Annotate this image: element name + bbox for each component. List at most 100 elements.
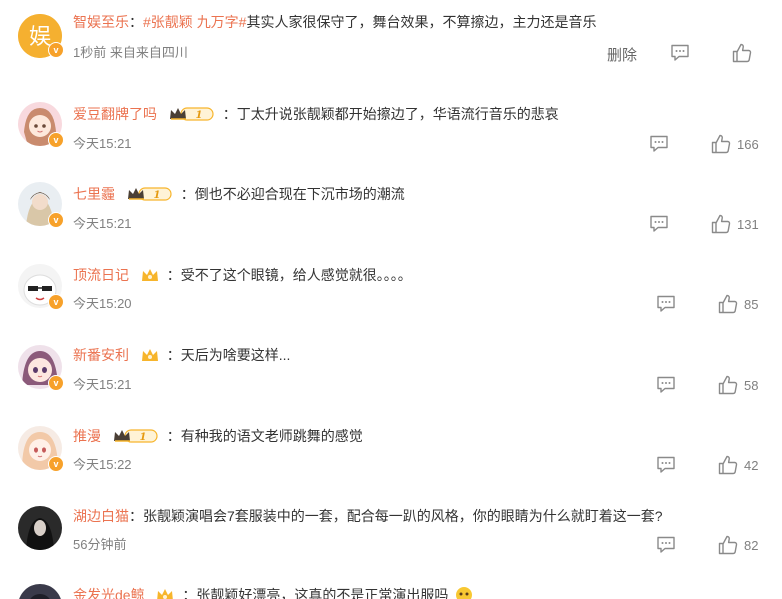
comment-icon: [657, 376, 675, 393]
crown-icon: [141, 349, 158, 361]
like-button[interactable]: 82: [718, 535, 758, 555]
thumbs-up-icon: [718, 375, 738, 395]
comment-line: 湖边白猫：张靓颖演唱会7套服装中的一套，配合每一趴的风格，你的眼睛为什么就盯着这…: [73, 506, 663, 526]
username[interactable]: 金发光de鲸: [73, 587, 145, 599]
comment-icon: [657, 536, 675, 553]
like-button[interactable]: 42: [718, 455, 758, 475]
comment-item: v 顶流日记 ：受不了这个眼镜，给人感觉就很。。。。 今天15:20 85: [0, 256, 782, 336]
vip-badge: 1: [169, 106, 215, 122]
comment-text: 张靓颖好漂亮，这真的不是正常演出服吗: [196, 587, 449, 599]
separator: ：: [166, 347, 181, 363]
avatar-image: [18, 506, 62, 550]
username[interactable]: 顶流日记: [73, 267, 129, 283]
comment-button[interactable]: [656, 456, 676, 474]
thumbs-up-icon: [718, 455, 738, 475]
emoji-icon: [454, 585, 474, 599]
comment-meta: 1秒前 来自来自四川: [73, 42, 188, 61]
like-count: 42: [744, 457, 759, 473]
like-button[interactable]: 58: [718, 375, 758, 395]
like-button[interactable]: [732, 43, 752, 63]
username[interactable]: 爱豆翻牌了吗: [73, 106, 157, 122]
comment-button[interactable]: [656, 295, 676, 313]
comment-item: 金发光de鲸 ：张靓颖好漂亮，这真的不是正常演出服吗: [0, 578, 782, 599]
timestamp: 1秒前: [73, 45, 107, 60]
comment-button[interactable]: [670, 44, 690, 62]
separator: ：: [166, 267, 181, 283]
like-count: 166: [737, 136, 759, 152]
like-button[interactable]: 166: [711, 134, 759, 154]
like-count: 82: [744, 537, 759, 553]
crown-icon: 1: [127, 187, 172, 201]
comment-text: 倒也不必迎合现在下沉市场的潮流: [194, 186, 405, 202]
username[interactable]: 智娱至乐: [73, 14, 129, 30]
timestamp: 56分钟前: [73, 537, 127, 552]
delete-button[interactable]: 删除: [607, 44, 637, 65]
avatar[interactable]: [18, 506, 62, 550]
separator: ：: [180, 186, 195, 202]
username[interactable]: 新番安利: [73, 347, 129, 363]
comment-icon: [657, 456, 675, 473]
separator: ：: [166, 428, 181, 444]
vip-badge: 1: [113, 428, 159, 444]
timestamp: 今天15:21: [73, 136, 132, 151]
comment-text: 丁太升说张靓颖都开始擦边了，华语流行音乐的悲哀: [236, 106, 559, 122]
comment-button[interactable]: [656, 536, 676, 554]
comment-icon: [650, 135, 668, 152]
comment-line: 爱豆翻牌了吗 1 ：丁太升说张靓颖都开始擦边了，华语流行音乐的悲哀: [73, 104, 559, 124]
comment-icon: [650, 215, 668, 232]
comment-line: 推漫 1 ：有种我的语文老师跳舞的感觉: [73, 426, 363, 446]
vip-badge: [141, 267, 159, 283]
separator: ：: [222, 106, 237, 122]
svg-text:1: 1: [139, 432, 146, 443]
thumbs-up-icon: [711, 214, 731, 234]
username[interactable]: 推漫: [73, 428, 101, 444]
verified-v-icon: v: [48, 456, 64, 472]
avatar-image: [18, 584, 62, 599]
crown-icon: 1: [113, 429, 158, 443]
verified-v-icon: v: [48, 375, 64, 391]
vip-badge: 1: [127, 186, 173, 202]
verified-v-icon: v: [48, 294, 64, 310]
like-button[interactable]: 131: [711, 214, 759, 234]
svg-text:1: 1: [153, 190, 160, 201]
source: 来自来自四川: [109, 45, 188, 60]
svg-text:1: 1: [195, 110, 202, 121]
hashtag[interactable]: #张靓颖: [143, 14, 193, 30]
comment-item: 湖边白猫：张靓颖演唱会7套服装中的一套，配合每一趴的风格，你的眼睛为什么就盯着这…: [0, 498, 782, 578]
comment-line: 新番安利 ：天后为啥要这样...: [73, 345, 290, 365]
avatar[interactable]: [18, 584, 62, 599]
comment-item: v 推漫 1 ：有种我的语文老师跳舞的感觉 今天15:22 42: [0, 418, 782, 498]
separator: ：: [129, 14, 143, 30]
timestamp: 今天15:21: [73, 377, 132, 392]
thumbs-up-icon: [718, 294, 738, 314]
comment-button[interactable]: [649, 215, 669, 233]
comment-item: v 爱豆翻牌了吗 1 ：丁太升说张靓颖都开始擦边了，华语流行音乐的悲哀 今天15…: [0, 96, 782, 176]
thumbs-up-icon: [732, 43, 752, 63]
comment-button[interactable]: [649, 135, 669, 153]
crown-icon: [157, 589, 174, 599]
username[interactable]: 七里霾: [73, 186, 115, 202]
comment-line: 金发光de鲸 ：张靓颖好漂亮，这真的不是正常演出服吗: [73, 585, 474, 599]
vip-badge: [141, 347, 159, 363]
comment-item: v 新番安利 ：天后为啥要这样... 今天15:21 58: [0, 337, 782, 417]
thumbs-up-icon: [711, 134, 731, 154]
own-comment: 娱 v 智娱至乐：#张靓颖 九万字#其实人家很保守了，舞台效果，不算擦边，主力还…: [0, 0, 782, 80]
comment-text: 天后为啥要这样...: [180, 347, 291, 363]
comment-text: 受不了这个眼镜，给人感觉就很。。。。: [180, 267, 412, 283]
like-count: 131: [737, 216, 759, 232]
timestamp: 今天15:20: [73, 296, 132, 311]
hashtag-2[interactable]: 九万字#: [197, 14, 247, 30]
comment-line: 顶流日记 ：受不了这个眼镜，给人感觉就很。。。。: [73, 265, 412, 285]
verified-v-icon: v: [48, 42, 64, 58]
comment-icon: [657, 295, 675, 312]
separator: ：: [129, 508, 143, 524]
like-button[interactable]: 85: [718, 294, 758, 314]
username[interactable]: 湖边白猫: [73, 508, 129, 524]
timestamp: 今天15:21: [73, 216, 132, 231]
like-count: 58: [744, 377, 759, 393]
comment-button[interactable]: [656, 376, 676, 394]
comment-item: v 七里霾 1 ：倒也不必迎合现在下沉市场的潮流 今天15:21 131: [0, 176, 782, 256]
comment-text: 张靓颖演唱会7套服装中的一套，配合每一趴的风格，你的眼睛为什么就盯着这一套?: [143, 508, 663, 524]
verified-v-icon: v: [48, 132, 64, 148]
separator: ：: [182, 587, 197, 599]
